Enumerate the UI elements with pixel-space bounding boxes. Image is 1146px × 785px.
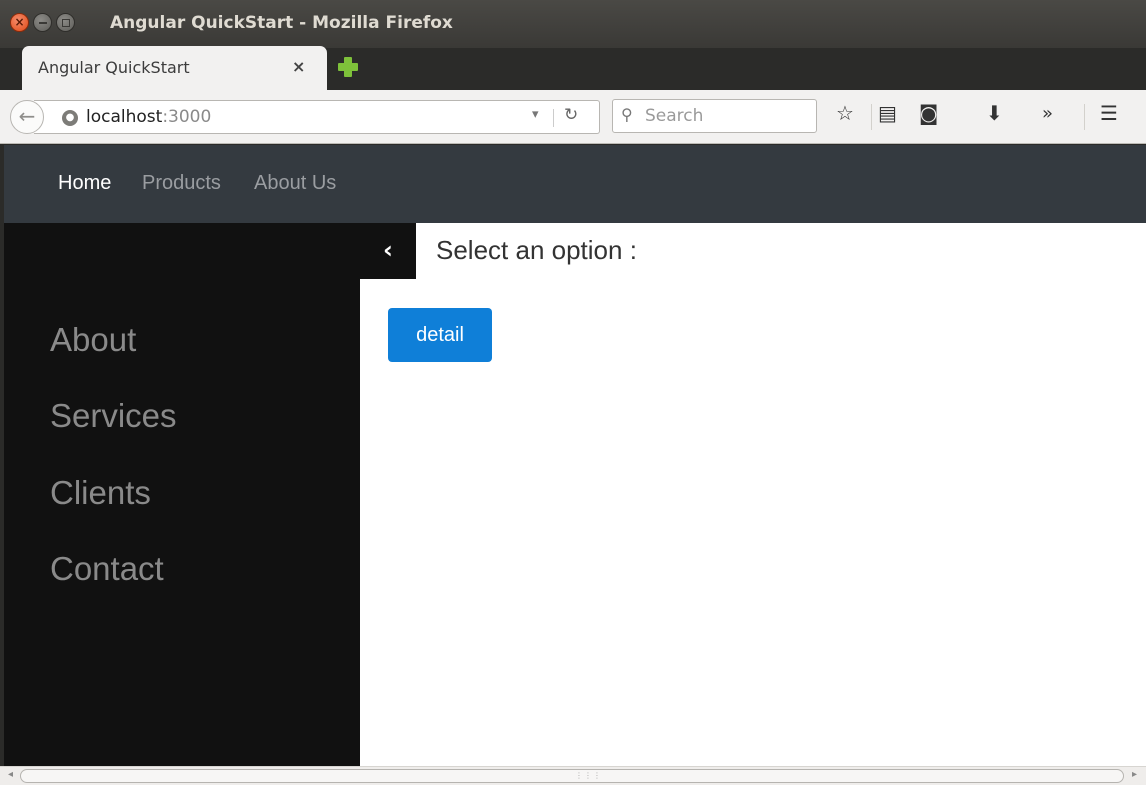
bookmark-star-icon[interactable]: ☆ [836, 101, 854, 125]
search-box[interactable]: ⚲ Search [612, 99, 817, 133]
toolbar-separator [1084, 104, 1085, 130]
browser-tab[interactable]: Angular QuickStart × [22, 46, 327, 90]
toolbar-separator [871, 104, 872, 130]
download-arrow-icon[interactable]: ⬇ [986, 101, 1003, 125]
url-port: :3000 [162, 107, 212, 127]
sidebar-toggle-button[interactable]: ‹ [360, 223, 416, 279]
navigation-toolbar: ● localhost:3000 ▾ ↻ ← ⚲ Search ☆ ▤ ◙ ⬇ … [0, 90, 1146, 144]
pocket-icon[interactable]: ◙ [919, 101, 938, 125]
overflow-chevron-icon[interactable]: » [1042, 103, 1053, 124]
search-placeholder: Search [645, 106, 704, 126]
hamburger-menu-icon[interactable]: ☰ [1100, 101, 1118, 125]
page-title: Select an option : [436, 235, 637, 265]
back-button[interactable]: ← [10, 100, 44, 134]
page-content: Home Products About Us About Services Cl… [4, 145, 1146, 766]
back-arrow-icon: ← [18, 104, 36, 128]
reload-icon[interactable]: ↻ [564, 105, 578, 125]
close-icon: × [14, 15, 25, 29]
nav-link-home[interactable]: Home [58, 172, 111, 195]
window-titlebar: × Angular QuickStart - Mozilla Firefox [0, 0, 1146, 48]
reading-list-icon[interactable]: ▤ [878, 101, 897, 125]
minimize-icon [39, 22, 47, 24]
url-text: localhost:3000 [86, 107, 211, 127]
sidebar-item-clients[interactable]: Clients [50, 474, 151, 512]
detail-button[interactable]: detail [388, 308, 492, 362]
top-navbar: Home Products About Us [4, 145, 1146, 223]
window-title: Angular QuickStart - Mozilla Firefox [110, 13, 453, 33]
horizontal-scrollbar[interactable]: ◂ ⋮⋮⋮ ▸ [0, 766, 1146, 785]
nav-link-about-us[interactable]: About Us [254, 172, 336, 195]
window-minimize-button[interactable] [33, 13, 52, 32]
sidebar-item-contact[interactable]: Contact [50, 550, 164, 588]
scroll-right-icon[interactable]: ▸ [1132, 769, 1137, 780]
maximize-icon [62, 19, 70, 27]
url-host: localhost [86, 107, 163, 127]
sidebar-item-about[interactable]: About [50, 321, 136, 359]
sidebar: About Services Clients Contact [4, 223, 360, 766]
new-tab-plus-icon[interactable] [336, 55, 360, 79]
url-bar[interactable]: ● localhost:3000 ▾ ↻ [34, 100, 600, 134]
window-close-button[interactable]: × [10, 13, 29, 32]
globe-icon: ● [62, 110, 78, 126]
chevron-left-icon: ‹ [383, 236, 393, 264]
window-maximize-button[interactable] [56, 13, 75, 32]
grip-icon: ⋮⋮⋮ [575, 771, 602, 780]
tab-label: Angular QuickStart [38, 58, 190, 77]
nav-link-products[interactable]: Products [142, 172, 221, 195]
scrollbar-thumb[interactable]: ⋮⋮⋮ [20, 769, 1124, 783]
search-icon: ⚲ [621, 105, 633, 124]
url-separator [553, 109, 554, 127]
sidebar-item-services[interactable]: Services [50, 397, 177, 435]
tab-close-icon[interactable]: × [292, 57, 305, 76]
scroll-left-icon[interactable]: ◂ [8, 769, 13, 780]
url-dropdown-icon[interactable]: ▾ [532, 107, 539, 122]
